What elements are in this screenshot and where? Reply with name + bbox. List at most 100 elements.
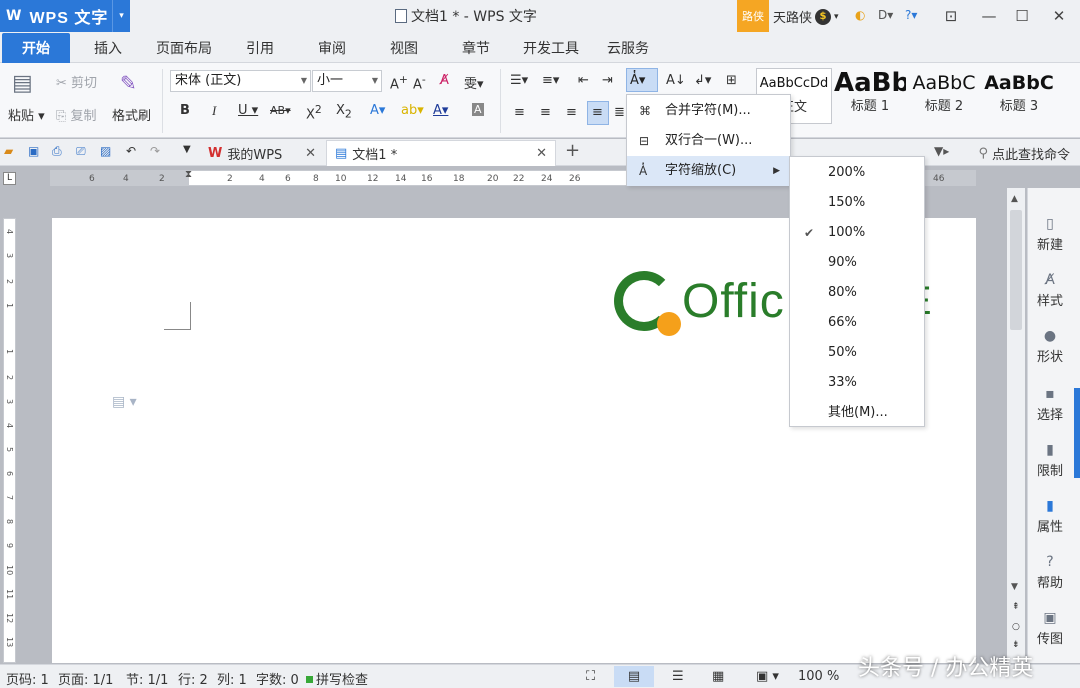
cut-button[interactable]: ✂ 剪切 [56,72,97,91]
style-heading-2[interactable]: AaBbC 标题 2 [908,68,980,124]
status-section[interactable]: 节: 1/1 [126,669,168,688]
status-word-count[interactable]: 字数: 0 [256,669,299,688]
read-mode-icon[interactable]: ▣ ▾ [756,669,779,684]
task-new[interactable]: ▯ 新建 [1028,216,1072,253]
new-tab-icon[interactable]: + [565,140,580,161]
save-icon[interactable]: ▣ [28,144,39,158]
copy-button[interactable]: ⎘ 复制 [56,105,97,124]
paste-button[interactable]: 粘贴 ▾ [8,105,45,124]
spell-check-toggle[interactable]: 拼写检查 [306,669,368,688]
paste-options-icon[interactable]: ▤ ▾ [112,394,137,410]
underline-icon[interactable]: U ▾ [238,103,258,118]
task-properties[interactable]: ▮ 属性 [1028,498,1072,535]
customize-toolbar-icon[interactable]: ▼ [183,144,191,155]
user-avatar[interactable]: 路侠 [737,0,769,32]
italic-icon[interactable]: I [212,103,216,119]
minimize-button[interactable]: — [971,0,1007,32]
scale-option[interactable]: 66% [790,308,924,338]
align-left-icon[interactable]: ≡ [514,105,525,120]
tab-document-1[interactable]: ▤ 文档1 * ✕ [326,140,556,166]
increase-indent-icon[interactable]: ⇥ [602,73,613,88]
highlight-icon[interactable]: ab▾ [401,103,424,118]
open-icon[interactable]: ▰ [4,144,13,158]
scale-option[interactable]: 50% [790,338,924,368]
shrink-font-icon[interactable]: A- [413,73,426,92]
close-tab-icon[interactable]: ✕ [536,146,547,161]
tab-chapter[interactable]: 章节 [448,33,504,63]
scale-option[interactable]: 33% [790,368,924,398]
scale-option-other[interactable]: 其他(M)... [790,398,924,428]
task-shapes[interactable]: ● 形状 [1028,328,1072,365]
align-center-icon[interactable]: ≡ [540,105,551,120]
redo-icon[interactable]: ↷ [150,144,160,158]
menu-item-combine-chars[interactable]: ⌘ 合并字符(M)... [627,96,790,126]
select-browse-icon[interactable]: ○ [1012,622,1020,632]
task-styles[interactable]: A̸ 样式 [1028,272,1072,309]
scale-option[interactable]: 80% [790,278,924,308]
style-heading-3[interactable]: AaBbC 标题 3 [982,68,1056,124]
char-shading-icon[interactable]: A [472,103,484,116]
restore-ribbon-button[interactable]: ⊡ [933,0,969,32]
strikethrough-icon[interactable]: AB▾ [270,104,291,117]
phonetic-guide-icon[interactable]: 雯▾ [464,73,484,92]
scale-option[interactable]: 200% [790,158,924,188]
tab-my-wps[interactable]: W 我的WPS ✕ [206,140,324,166]
style-heading-1[interactable]: AaBb 标题 1 [834,68,906,124]
tab-page-layout[interactable]: 页面布局 [146,33,222,63]
tab-home[interactable]: 开始 [2,33,70,63]
font-size-select[interactable]: 小一 ▼ [312,70,382,92]
format-painter-icon[interactable]: ✎ [120,71,137,95]
task-restrict[interactable]: ▮ 限制 [1028,442,1072,479]
decrease-indent-icon[interactable]: ⇤ [578,73,589,88]
task-pane-collapse-handle[interactable] [1074,388,1080,478]
paste-icon[interactable]: ▤ [12,71,33,96]
scale-option[interactable]: ✔ 100% [790,218,924,248]
text-effect-icon[interactable]: A▾ [370,103,385,118]
app-menu-dropdown-icon[interactable]: ▾ [112,0,130,32]
menu-item-two-lines-in-one[interactable]: ⊟ 双行合一(W)... [627,126,790,156]
task-help[interactable]: ? 帮助 [1028,554,1072,591]
user-account[interactable]: 天路侠 $ ▾ [773,7,839,26]
tab-stop-selector[interactable]: L [3,172,16,185]
close-button[interactable]: ✕ [1041,0,1077,32]
outline-view-icon[interactable]: ☰ [672,669,684,684]
status-pages[interactable]: 页面: 1/1 [58,669,113,688]
vertical-scrollbar[interactable]: ▲ ▼ ⇞ ○ ⇟ [1007,188,1025,663]
app-menu-button[interactable]: W WPS 文字 ▾ [0,0,130,32]
tab-cloud[interactable]: 云服务 [600,33,656,63]
maximize-button[interactable]: ☐ [1004,0,1040,32]
status-page-number[interactable]: 页码: 1 [6,669,49,688]
task-upload-image[interactable]: ▣ 传图 [1028,610,1072,647]
skin-icon[interactable]: ◐ [855,8,865,22]
print-preview-icon[interactable]: ▨ [100,144,111,158]
menu-item-char-scaling[interactable]: A̔ 字符缩放(C) ▶ [627,156,790,186]
help-icon[interactable]: ?▾ [905,8,917,22]
tab-references[interactable]: 引用 [232,33,288,63]
scale-option[interactable]: 150% [790,188,924,218]
table-grid-icon[interactable]: ⊞ [726,73,737,88]
scroll-down-icon[interactable]: ▼ [1011,582,1018,592]
tab-review[interactable]: 审阅 [304,33,360,63]
tab-developer[interactable]: 开发工具 [518,33,584,63]
format-painter-button[interactable]: 格式刷 [112,105,151,124]
close-tab-icon[interactable]: ✕ [305,146,316,161]
print-icon[interactable]: ⎚ [76,144,86,159]
bullets-icon[interactable]: ☰▾ [510,73,528,88]
grow-font-icon[interactable]: A+ [390,73,408,92]
focus-mode-icon[interactable]: ⛶ [586,669,595,684]
scale-option[interactable]: 90% [790,248,924,278]
task-select[interactable]: ▪ 选择 [1028,386,1072,423]
font-name-select[interactable]: 宋体 (正文) ▼ [170,70,311,92]
sort-icon[interactable]: A↓ [666,73,686,88]
indent-marker-icon[interactable]: ⧗ [185,169,192,180]
font-color-icon[interactable]: A▾ [433,103,448,118]
vertical-ruler[interactable]: 4 3 2 1 1 2 3 4 5 6 7 8 9 10 11 12 13 [3,218,16,663]
distributed-icon[interactable]: ≣ [614,105,625,120]
undo-icon[interactable]: ↶ [126,144,136,158]
superscript-icon[interactable]: X2 [306,103,322,122]
align-right-icon[interactable]: ≡ [566,105,577,120]
zoom-level[interactable]: 100 % [798,669,839,684]
web-view-icon[interactable]: ▦ [712,669,724,684]
subscript-icon[interactable]: X2 [336,103,352,121]
scrollbar-thumb[interactable] [1010,210,1022,330]
